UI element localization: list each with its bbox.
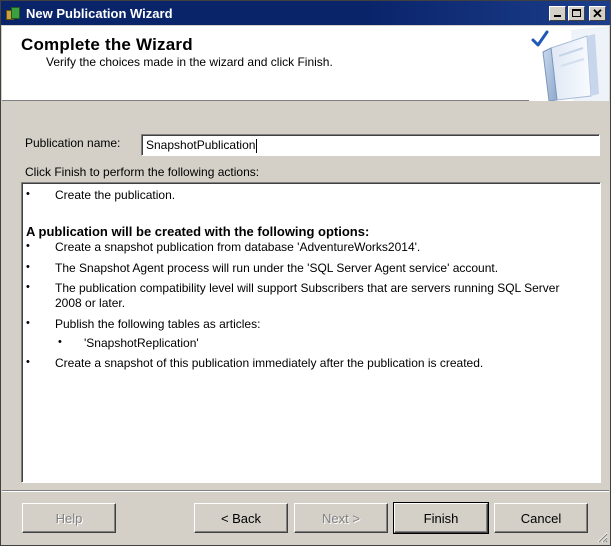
text-caret xyxy=(256,138,258,153)
bullet-icon: • xyxy=(26,188,30,200)
action-item: Create the publication. xyxy=(55,188,176,202)
finish-button[interactable]: Finish xyxy=(393,502,489,534)
wizard-book-icon xyxy=(529,26,609,101)
option-item: The publication compatibility level will… xyxy=(55,281,560,310)
option-item: Create a snapshot of this publication im… xyxy=(55,356,484,370)
option-item: Create a snapshot publication from datab… xyxy=(55,240,421,254)
maximize-icon xyxy=(572,9,581,17)
close-icon: ✕ xyxy=(592,5,603,21)
minimize-icon xyxy=(554,14,561,17)
wizard-header: Complete the Wizard Verify the choices m… xyxy=(2,26,609,101)
actions-summary-box[interactable]: • Create the publication. A publication … xyxy=(21,182,601,483)
publication-name-label: Publication name: xyxy=(25,136,121,150)
publication-name-value: SnapshotPublication xyxy=(146,138,256,152)
page-subtitle: Verify the choices made in the wizard an… xyxy=(46,55,333,69)
bullet-icon: • xyxy=(26,317,30,329)
maximize-button[interactable] xyxy=(568,5,585,21)
option-item: The Snapshot Agent process will run unde… xyxy=(55,261,499,275)
footer-divider xyxy=(2,490,609,492)
window-title: New Publication Wizard xyxy=(26,5,173,21)
bullet-icon: • xyxy=(26,281,30,293)
page-title: Complete the Wizard xyxy=(21,35,193,54)
help-button[interactable]: Help xyxy=(22,503,116,533)
bullet-icon: • xyxy=(26,261,30,273)
wizard-window: New Publication Wizard ✕ Complete the Wi… xyxy=(0,0,611,546)
finish-instructions: Click Finish to perform the following ac… xyxy=(25,165,260,179)
minimize-button[interactable] xyxy=(549,5,566,21)
bullet-icon: • xyxy=(26,356,30,368)
bullet-icon: • xyxy=(26,240,30,252)
title-bar[interactable]: New Publication Wizard ✕ xyxy=(1,1,610,25)
back-button[interactable]: < Back xyxy=(194,503,288,533)
option-item: Publish the following tables as articles… xyxy=(55,317,261,331)
publication-name-input[interactable]: SnapshotPublication xyxy=(141,134,600,156)
bullet-icon: • xyxy=(58,336,62,348)
resize-grip-icon[interactable] xyxy=(596,531,608,543)
app-icon xyxy=(5,5,21,21)
next-button[interactable]: Next > xyxy=(294,503,388,533)
cancel-button[interactable]: Cancel xyxy=(494,503,588,533)
close-button[interactable]: ✕ xyxy=(589,5,606,21)
options-heading: A publication will be created with the f… xyxy=(26,224,370,239)
article-item: 'SnapshotReplication' xyxy=(84,336,199,350)
